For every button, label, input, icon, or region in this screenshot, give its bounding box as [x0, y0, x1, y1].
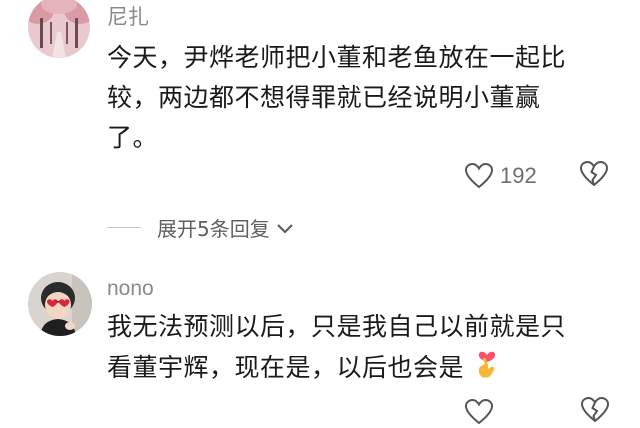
like-button[interactable]: 192: [464, 162, 537, 190]
finger-heart-emoji-icon: [474, 347, 500, 391]
username[interactable]: nono: [107, 277, 154, 301]
dislike-button[interactable]: [580, 396, 610, 428]
comment-text-line: 看董宇辉，现在是，以后也会是: [107, 347, 627, 391]
comment-text-line: 了。: [107, 123, 159, 152]
avatar[interactable]: [28, 0, 90, 58]
dislike-button[interactable]: [579, 160, 609, 192]
comment-text-line: 今天，尹烨老师把小董和老鱼放在一起比: [107, 43, 567, 72]
comment-item: 尼扎 今天，尹烨老师把小董和老鱼放在一起比 较，两边都不想得罪就已经说明小董赢 …: [0, 0, 640, 260]
comment-item: nono 我无法预测以后，只是我自己以前就是只 看董宇辉，现在是，以后也会是: [0, 268, 640, 425]
broken-heart-icon: [579, 160, 608, 187]
comment-text: 我无法预测以后，只是我自己以前就是只 看董宇辉，现在是，以后也会是: [107, 307, 627, 391]
comment-actions: 192: [464, 160, 609, 192]
heart-icon: [464, 398, 494, 425]
like-count: 192: [500, 163, 537, 188]
broken-heart-icon: [580, 396, 610, 423]
cherry-blossom-avenue-avatar-icon: [28, 0, 90, 58]
comment-actions: [464, 396, 610, 428]
divider: [107, 227, 141, 228]
comment-text: 今天，尹烨老师把小董和老鱼放在一起比 较，两边都不想得罪就已经说明小董赢 了。: [107, 38, 627, 158]
username[interactable]: 尼扎: [107, 1, 149, 31]
expand-replies-label: 展开5条回复: [157, 217, 270, 241]
avatar[interactable]: [28, 272, 92, 336]
heart-icon: [464, 162, 494, 189]
comment-text-line: 较，两边都不想得罪就已经说明小董赢: [107, 83, 541, 112]
like-button[interactable]: [464, 398, 494, 426]
comment-text-line: 我无法预测以后，只是我自己以前就是只: [107, 312, 567, 341]
chevron-down-icon: [276, 223, 293, 234]
girl-with-heart-sunglasses-avatar-icon: [28, 272, 92, 336]
comment-text-segment: 看董宇辉，现在是，以后也会是: [107, 353, 465, 382]
expand-replies-button[interactable]: 展开5条回复: [107, 213, 294, 242]
